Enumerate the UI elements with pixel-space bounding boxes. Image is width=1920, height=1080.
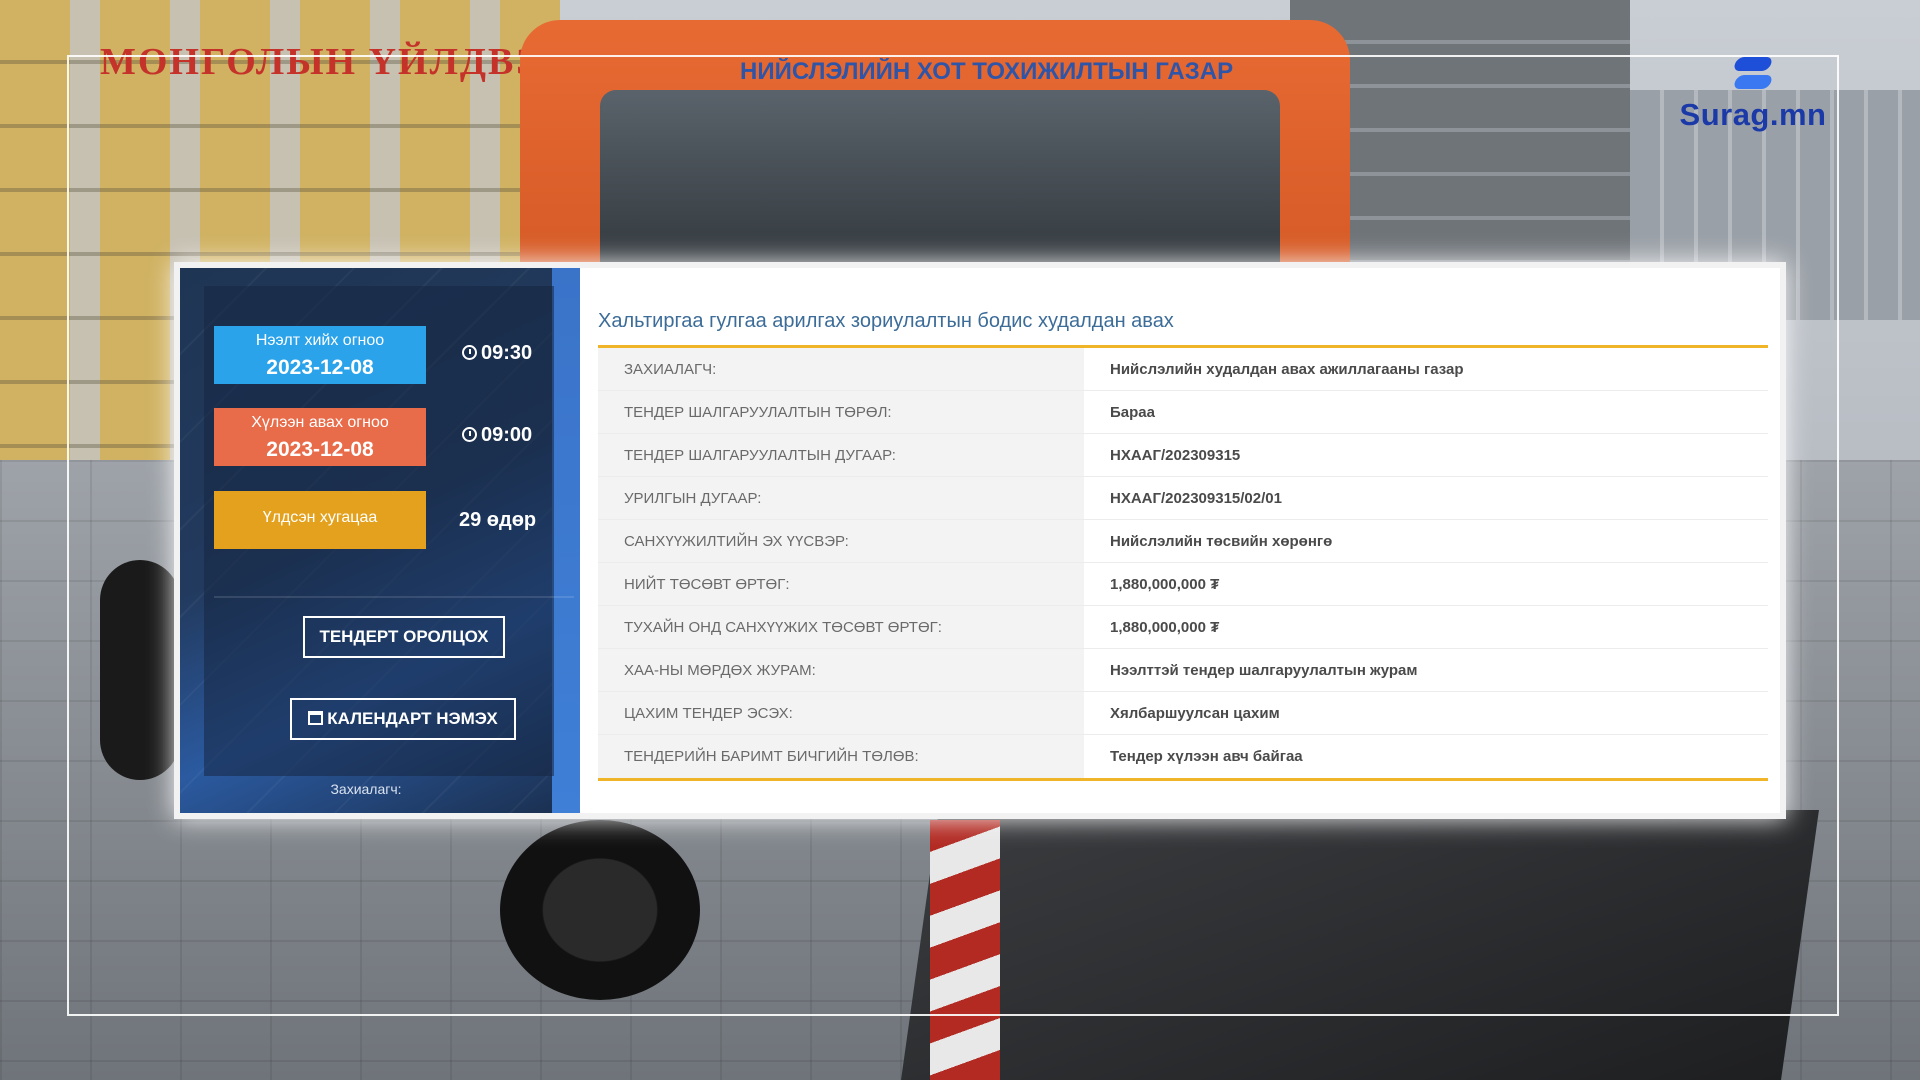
table-row: ТЕНДЕРИЙН БАРИМТ БИЧГИЙН ТӨЛӨВ: Тендер хү… xyxy=(598,735,1768,778)
row-key: ЦАХИМ ТЕНДЕР ЭСЭХ: xyxy=(598,692,1084,734)
receive-time-value: 09:00 xyxy=(481,424,533,446)
row-value: НХААГ/202309315 xyxy=(1110,447,1241,464)
row-key: ТУХАЙН ОНД САНХҮҮЖИХ ТӨСӨВТ ӨРТӨГ: xyxy=(598,606,1084,648)
table-row: НИЙТ ТӨСӨВТ ӨРТӨГ: 1,880,000,000 ₮ xyxy=(598,563,1768,606)
table-row: УРИЛГЫН ДУГААР: НХААГ/202309315/02/01 xyxy=(598,477,1768,520)
add-to-calendar-button[interactable]: КАЛЕНДАРТ НЭМЭХ xyxy=(290,698,516,740)
remaining-row: Үлдсэн хугацаа 29 өдөр xyxy=(214,491,564,549)
tender-details: Хальтиргаа гулгаа арилгах зориулалтын бо… xyxy=(580,268,1780,813)
add-to-calendar-label: КАЛЕНДАРТ НЭМЭХ xyxy=(327,709,498,728)
clock-icon xyxy=(462,345,477,360)
row-value: 1,880,000,000 ₮ xyxy=(1110,619,1220,636)
tender-title: Хальтиргаа гулгаа арилгах зориулалтын бо… xyxy=(598,310,1174,332)
calendar-icon xyxy=(308,711,324,725)
receive-date-box: Хүлээн авах огноо 2023-12-08 xyxy=(214,408,426,466)
open-date-row: Нээлт хийх огноо 2023-12-08 09:30 xyxy=(214,326,564,384)
table-row: ЦАХИМ ТЕНДЕР ЭСЭХ: Хялбаршуулсан цахим xyxy=(598,692,1768,735)
tender-info-table: ЗАХИАЛАГЧ: Нийслэлийн худалдан авах ажилл… xyxy=(598,345,1768,781)
table-row: ХАА-НЫ МӨРДӨХ ЖУРАМ: Нээлттэй тендер шалг… xyxy=(598,649,1768,692)
row-value: Нээлттэй тендер шалгаруулалтын журам xyxy=(1110,662,1418,679)
row-key: ЗАХИАЛАГЧ: xyxy=(598,348,1084,390)
row-key: ХАА-НЫ МӨРДӨХ ЖУРАМ: xyxy=(598,649,1084,691)
row-key: САНХҮҮЖИЛТИЙН ЭХ ҮҮСВЭР: xyxy=(598,520,1084,562)
logo-text: Surag.mn xyxy=(1679,97,1827,132)
sidebar-divider xyxy=(214,596,574,598)
receive-date-value: 2023-12-08 xyxy=(266,438,374,461)
tender-card: Нээлт хийх огноо 2023-12-08 09:30 Хүлээн… xyxy=(174,262,1786,819)
row-value: Тендер хүлээн авч байгаа xyxy=(1110,748,1303,765)
row-value: Нийслэлийн худалдан авах ажиллагааны газ… xyxy=(1110,361,1464,378)
sidebar-panel: Нээлт хийх огноо 2023-12-08 09:30 Хүлээн… xyxy=(204,286,574,776)
customer-footer-label: Захиалагч: xyxy=(330,781,402,797)
open-time-value: 09:30 xyxy=(481,342,533,364)
row-key: ТЕНДЕРИЙН БАРИМТ БИЧГИЙН ТӨЛӨВ: xyxy=(598,735,1084,778)
table-row: ТЕНДЕР ШАЛГАРУУЛАЛТЫН ТӨРӨЛ: Бараа xyxy=(598,391,1768,434)
clock-icon xyxy=(462,427,477,442)
remaining-value: 29 өдөр xyxy=(459,509,537,531)
row-key: НИЙТ ТӨСӨВТ ӨРТӨГ: xyxy=(598,563,1084,605)
surag-logo: Surag.mn xyxy=(1668,55,1838,140)
receive-date-row: Хүлээн авах огноо 2023-12-08 09:00 xyxy=(214,408,564,466)
receive-time: 09:00 xyxy=(462,424,532,447)
row-key: ТЕНДЕР ШАЛГАРУУЛАЛТЫН ДУГААР: xyxy=(598,434,1084,476)
row-value: Нийслэлийн төсвийн хөрөнгө xyxy=(1110,533,1333,550)
table-row: САНХҮҮЖИЛТИЙН ЭХ ҮҮСВЭР: Нийслэлийн төсви… xyxy=(598,520,1768,563)
row-value: НХААГ/202309315/02/01 xyxy=(1110,490,1282,507)
surag-logo-icon xyxy=(1731,55,1775,95)
open-date-box: Нээлт хийх огноо 2023-12-08 xyxy=(214,326,426,384)
row-value: Хялбаршуулсан цахим xyxy=(1110,705,1280,722)
remaining-label: Үлдсэн хугацаа xyxy=(262,509,378,526)
receive-date-label: Хүлээн авах огноо xyxy=(251,414,389,431)
row-key: УРИЛГЫН ДУГААР: xyxy=(598,477,1084,519)
row-value: Бараа xyxy=(1110,404,1155,421)
row-value: 1,880,000,000 ₮ xyxy=(1110,576,1220,593)
table-row: ЗАХИАЛАГЧ: Нийслэлийн худалдан авах ажилл… xyxy=(598,348,1768,391)
remaining-box: Үлдсэн хугацаа xyxy=(214,491,426,549)
tender-sidebar: Нээлт хийх огноо 2023-12-08 09:30 Хүлээн… xyxy=(180,268,580,813)
row-key: ТЕНДЕР ШАЛГАРУУЛАЛТЫН ТӨРӨЛ: xyxy=(598,391,1084,433)
table-row: ТЕНДЕР ШАЛГАРУУЛАЛТЫН ДУГААР: НХААГ/20230… xyxy=(598,434,1768,477)
open-time: 09:30 xyxy=(462,342,532,365)
open-date-label: Нээлт хийх огноо xyxy=(255,332,385,349)
join-tender-button[interactable]: ТЕНДЕРТ ОРОЛЦОХ xyxy=(303,616,505,658)
open-date-value: 2023-12-08 xyxy=(266,356,374,379)
table-row: ТУХАЙН ОНД САНХҮҮЖИХ ТӨСӨВТ ӨРТӨГ: 1,880,… xyxy=(598,606,1768,649)
